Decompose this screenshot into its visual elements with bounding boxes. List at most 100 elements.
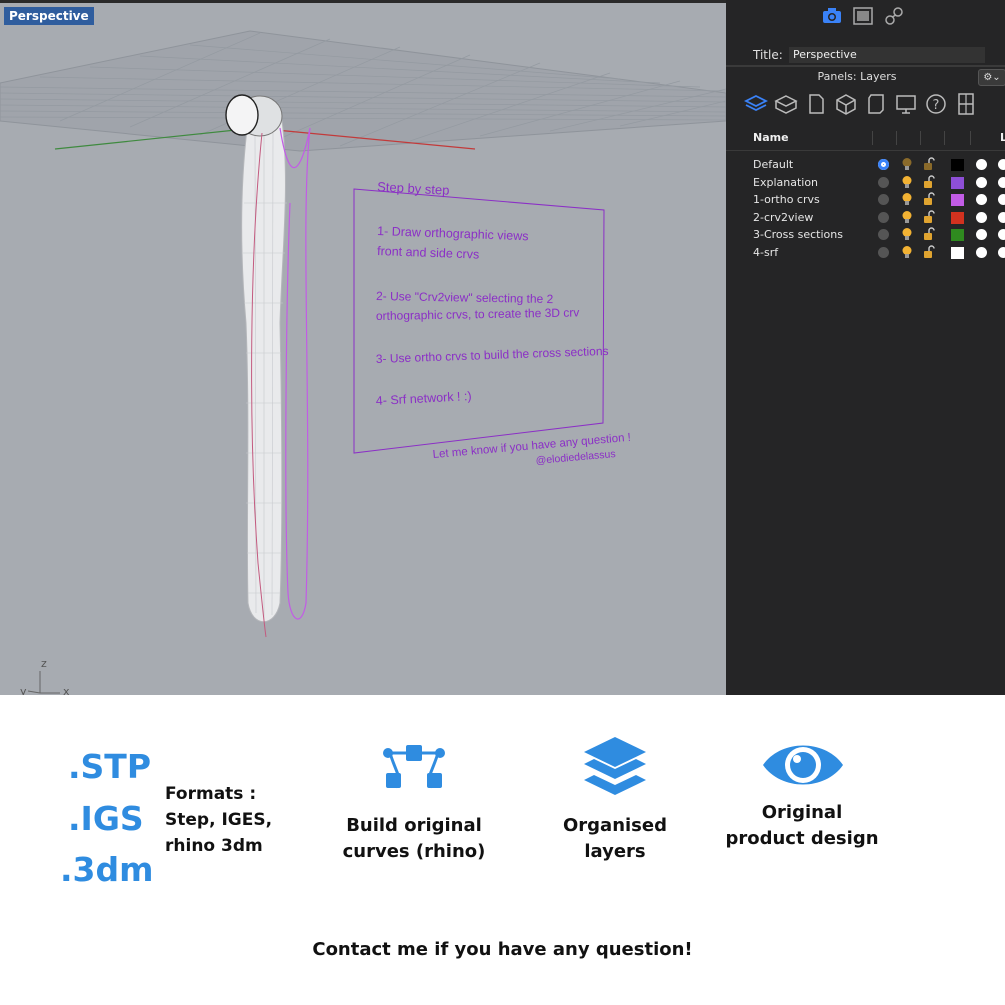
column-separator	[872, 131, 873, 145]
panels-header: Panels: Layers ⚙⌄	[726, 69, 1005, 87]
document-tab-icon[interactable]	[804, 92, 828, 116]
note-step4: 4- Srf network ! :)	[375, 389, 471, 408]
axis-z-label: z	[41, 657, 47, 670]
layer-material-dot[interactable]	[976, 211, 987, 223]
bezier-curve-icon	[383, 745, 445, 789]
layer-color-swatch[interactable]	[951, 246, 964, 259]
column-separator	[896, 131, 897, 145]
formats-line2: Step, IGES,	[165, 810, 273, 830]
feature-layers-line2: layers	[584, 841, 646, 862]
formats-title: Formats :	[165, 784, 257, 804]
toothbrush-model[interactable]	[241, 120, 286, 623]
visibility-bulb-icon[interactable]	[900, 157, 914, 171]
layer-material-dot[interactable]	[976, 246, 987, 258]
layer-row[interactable]: Default	[726, 156, 1005, 174]
materials-tab-icon[interactable]	[774, 92, 798, 116]
feature-curves-line2: curves (rhino)	[342, 841, 486, 862]
visibility-bulb-icon[interactable]	[900, 192, 914, 206]
current-layer-radio[interactable]	[878, 229, 889, 240]
axis-widget	[27, 671, 60, 694]
layer-list: Default Explanation 1-ortho crvs 2-crv2view…	[726, 156, 1005, 261]
layer-print-dot[interactable]	[998, 176, 1005, 188]
note-step3: 3- Use ortho crvs to build the cross sec…	[376, 344, 609, 366]
lock-icon[interactable]	[922, 192, 936, 206]
lock-icon[interactable]	[922, 157, 936, 171]
lock-icon[interactable]	[922, 227, 936, 241]
feature-curves-line1: Build original	[346, 815, 482, 836]
camera-icon[interactable]	[821, 6, 843, 26]
layer-name[interactable]: Default	[753, 158, 793, 171]
layer-color-swatch[interactable]	[951, 211, 964, 224]
viewport-title-row: Title: Perspective	[726, 46, 1005, 66]
column-separator	[970, 131, 971, 145]
feature-design-text: Original product design	[718, 800, 886, 852]
visibility-bulb-icon[interactable]	[900, 245, 914, 259]
layer-name[interactable]: 1-ortho crvs	[753, 193, 820, 206]
lock-icon[interactable]	[922, 174, 936, 189]
layer-name[interactable]: 3-Cross sections	[753, 228, 843, 241]
layer-row[interactable]: 4-srf	[726, 244, 1005, 262]
layer-print-dot[interactable]	[998, 194, 1005, 205]
display-tab-icon[interactable]	[894, 92, 918, 116]
layer-name[interactable]: 2-crv2view	[753, 211, 813, 224]
contact-message: Contact me if you have any question!	[312, 939, 693, 960]
layer-material-dot[interactable]	[976, 194, 987, 205]
current-layer-radio[interactable]	[878, 194, 889, 205]
panels-label: Panels: Layers	[817, 70, 897, 83]
note-step2-line1: 2- Use "Crv2view" selecting the 2	[376, 289, 554, 306]
format-3dm: .3dm	[60, 850, 154, 889]
visibility-bulb-icon[interactable]	[900, 175, 914, 189]
column-l-header[interactable]: L	[1000, 131, 1005, 144]
layer-color-swatch[interactable]	[951, 229, 964, 241]
object-tab-icon[interactable]	[834, 92, 858, 116]
layer-print-dot[interactable]	[998, 229, 1005, 240]
layer-name[interactable]: 4-srf	[753, 246, 778, 259]
layer-material-dot[interactable]	[976, 176, 987, 188]
layer-row[interactable]: 3-Cross sections	[726, 226, 1005, 244]
layer-color-swatch[interactable]	[951, 159, 964, 171]
column-name-header[interactable]: Name	[753, 131, 789, 144]
lock-icon[interactable]	[922, 244, 936, 259]
feature-layers-line1: Organised	[562, 815, 667, 836]
named-views-tab-icon[interactable]	[954, 92, 978, 116]
visibility-bulb-icon[interactable]	[900, 227, 914, 241]
current-layer-radio[interactable]	[878, 246, 889, 258]
viewport-title-tab[interactable]: Perspective	[4, 7, 94, 25]
format-igs: .IGS	[68, 799, 144, 838]
layer-print-dot[interactable]	[998, 246, 1005, 258]
panel-top-toolbar	[726, 6, 1005, 28]
layer-row[interactable]: Explanation	[726, 174, 1005, 192]
layers-stack-icon	[584, 737, 646, 795]
layer-name[interactable]: Explanation	[753, 176, 818, 189]
gear-menu-button[interactable]: ⚙⌄	[978, 69, 1005, 86]
perspective-viewport[interactable]: Step by step 1- Draw orthographic views …	[0, 0, 726, 695]
column-separator	[920, 131, 921, 145]
viewport-title-field[interactable]: Perspective	[789, 47, 985, 63]
layer-row[interactable]: 1-ortho crvs	[726, 191, 1005, 209]
note-title: Step by step	[377, 179, 450, 198]
notes-tab-icon[interactable]	[864, 92, 888, 116]
svg-text:?: ?	[933, 98, 940, 113]
layer-print-dot[interactable]	[998, 159, 1005, 170]
display-mode-icon[interactable]	[852, 6, 874, 26]
current-layer-radio[interactable]	[878, 176, 889, 188]
help-tab-icon[interactable]: ?	[924, 92, 948, 116]
layer-row[interactable]: 2-crv2view	[726, 209, 1005, 227]
layers-tab-icon[interactable]	[744, 92, 768, 116]
axis-y-label: y	[20, 685, 27, 695]
layer-material-dot[interactable]	[976, 229, 987, 240]
title-label: Title:	[753, 48, 783, 62]
current-layer-radio[interactable]	[878, 159, 889, 170]
layer-material-dot[interactable]	[976, 159, 987, 170]
layer-color-swatch[interactable]	[951, 176, 964, 189]
lock-icon[interactable]	[922, 209, 936, 224]
axis-x-label: x	[63, 685, 70, 695]
column-separator	[944, 131, 945, 145]
layers-table-header: Name L	[726, 128, 1005, 151]
visibility-bulb-icon[interactable]	[900, 210, 914, 224]
object-properties-icon[interactable]	[883, 6, 905, 26]
current-layer-radio[interactable]	[878, 211, 889, 223]
layer-print-dot[interactable]	[998, 211, 1005, 223]
layer-color-swatch[interactable]	[951, 194, 964, 206]
formats-line3: rhino 3dm	[165, 836, 263, 856]
